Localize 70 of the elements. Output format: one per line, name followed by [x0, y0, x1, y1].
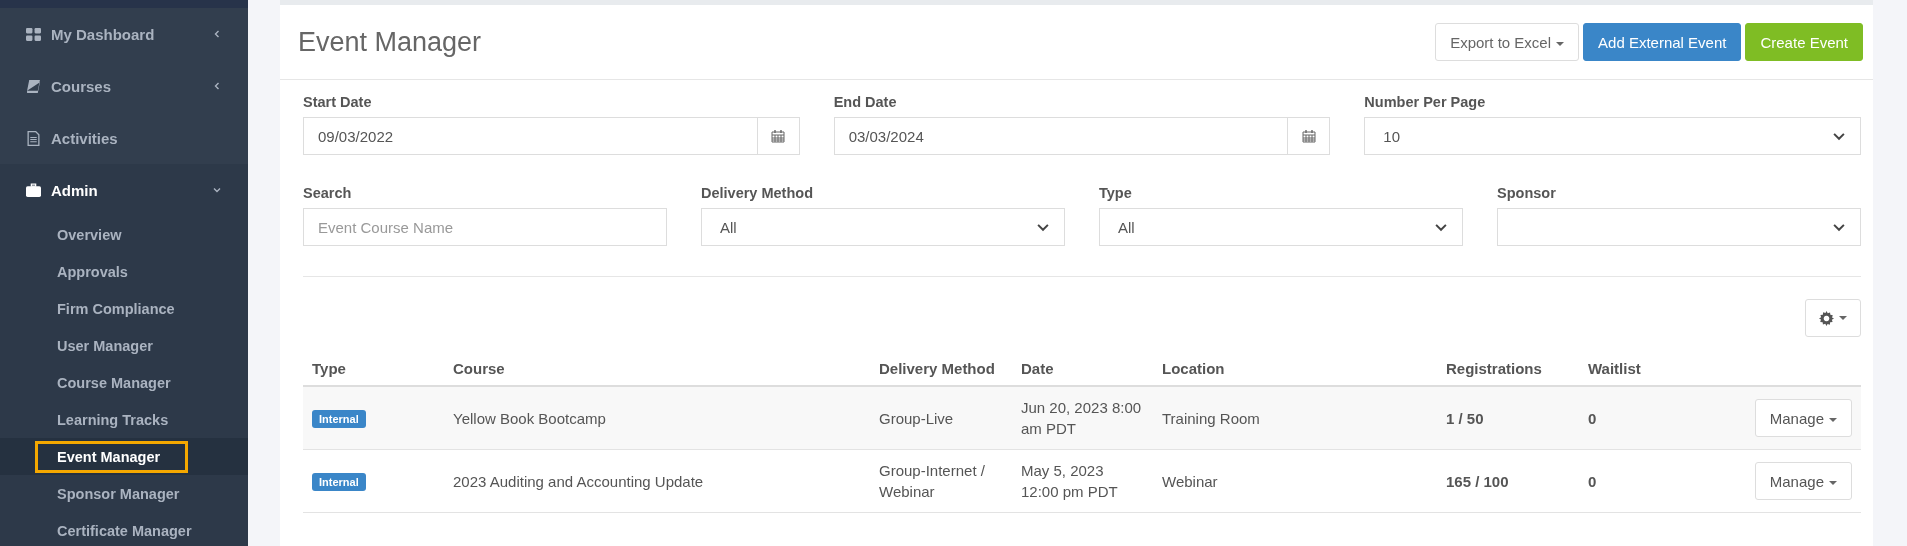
- select-field[interactable]: [1497, 208, 1861, 246]
- sidebar-item[interactable]: Courses: [0, 60, 248, 112]
- column-header: Type: [311, 358, 347, 379]
- sidebar-item[interactable]: Activities: [0, 112, 248, 164]
- select-field[interactable]: All: [701, 208, 1065, 246]
- caret-icon: [1556, 41, 1565, 46]
- sidebar-subitem[interactable]: Certificate Manager: [35, 514, 213, 546]
- manage-dropdown-button[interactable]: Manage: [1754, 399, 1852, 437]
- table-cell: 1 / 50: [1446, 409, 1484, 427]
- settings-dropdown-button[interactable]: [1805, 299, 1861, 337]
- table-cell: Training Room: [1162, 409, 1260, 427]
- grid-icon: [26, 26, 41, 42]
- table-cell: May 5, 2023 12:00 pm PDT: [1021, 462, 1118, 500]
- chevron-left-icon: [212, 29, 222, 39]
- column-header: Date: [1020, 358, 1055, 379]
- briefcase-icon: [26, 182, 41, 198]
- calendar-icon: [1301, 129, 1316, 143]
- sidebar-subitem[interactable]: User Manager: [35, 329, 174, 362]
- field-label: Sponsor: [1497, 185, 1557, 201]
- table-cell: Group-Live: [879, 409, 954, 427]
- field-label: Search: [303, 185, 353, 201]
- chevron-down-icon: [212, 185, 222, 195]
- table-cell: 0: [1588, 409, 1597, 427]
- select-field[interactable]: All: [1099, 208, 1463, 246]
- settings-icon: [1819, 310, 1834, 326]
- table-cell: 0: [1588, 472, 1597, 490]
- sidebar-subitem[interactable]: Learning Tracks: [35, 403, 190, 436]
- export-dropdown-button[interactable]: Export to Excel: [1435, 23, 1580, 61]
- book-icon: [26, 78, 41, 94]
- caret-icon: [1829, 480, 1837, 485]
- sidebar-subitem[interactable]: Course Manager: [35, 366, 192, 399]
- sidebar-subitem[interactable]: Overview: [35, 218, 143, 251]
- date-field[interactable]: 09/03/2022: [303, 117, 758, 155]
- type-badge: Internal: [312, 409, 366, 428]
- table-cell: Webinar: [1162, 472, 1218, 490]
- column-header: Location: [1161, 358, 1226, 379]
- calendar-button[interactable]: [757, 117, 800, 155]
- table-cell: 2023 Auditing and Accounting Update: [453, 472, 704, 490]
- sidebar-subitem[interactable]: Sponsor Manager: [35, 477, 201, 510]
- calendar-icon: [771, 129, 786, 143]
- select-field[interactable]: 10: [1364, 117, 1861, 155]
- page-title: Event Manager: [298, 26, 482, 58]
- sidebar-subitem[interactable]: Event Manager: [35, 440, 188, 473]
- table-cell: Group-Internet / Webinar: [879, 462, 985, 500]
- field-label: End Date: [833, 94, 898, 110]
- manage-dropdown-button[interactable]: Manage: [1754, 462, 1852, 500]
- sidebar-item[interactable]: My Dashboard: [0, 8, 248, 60]
- sidebar-item[interactable]: Admin: [0, 164, 248, 216]
- sidebar-subitem[interactable]: Approvals: [35, 255, 149, 288]
- column-header: Registrations: [1445, 358, 1543, 379]
- header-button[interactable]: Add External Event: [1583, 23, 1742, 61]
- column-header: Course: [452, 358, 506, 379]
- date-field[interactable]: 03/03/2024: [833, 117, 1289, 155]
- field-label: Number Per Page: [1364, 94, 1487, 110]
- table-cell: Jun 20, 2023 8:00 am PDT: [1021, 399, 1142, 437]
- table-cell: Yellow Book Bootcamp: [453, 409, 606, 427]
- column-header: Delivery Method: [878, 358, 996, 379]
- field-label: Type: [1099, 185, 1133, 201]
- document-icon: [26, 130, 41, 146]
- caret-icon: [1839, 316, 1847, 320]
- table-cell: 165 / 100: [1446, 472, 1509, 490]
- field-label: Start Date: [303, 94, 373, 110]
- sidebar-subitem[interactable]: Firm Compliance: [35, 292, 196, 325]
- calendar-button[interactable]: [1288, 117, 1331, 155]
- column-header: Waitlist: [1587, 358, 1642, 379]
- field-label: Delivery Method: [701, 185, 814, 201]
- type-badge: Internal: [312, 472, 366, 491]
- search-field[interactable]: Event Course Name: [303, 208, 667, 246]
- caret-icon: [1829, 417, 1837, 422]
- chevron-left-icon: [212, 81, 222, 91]
